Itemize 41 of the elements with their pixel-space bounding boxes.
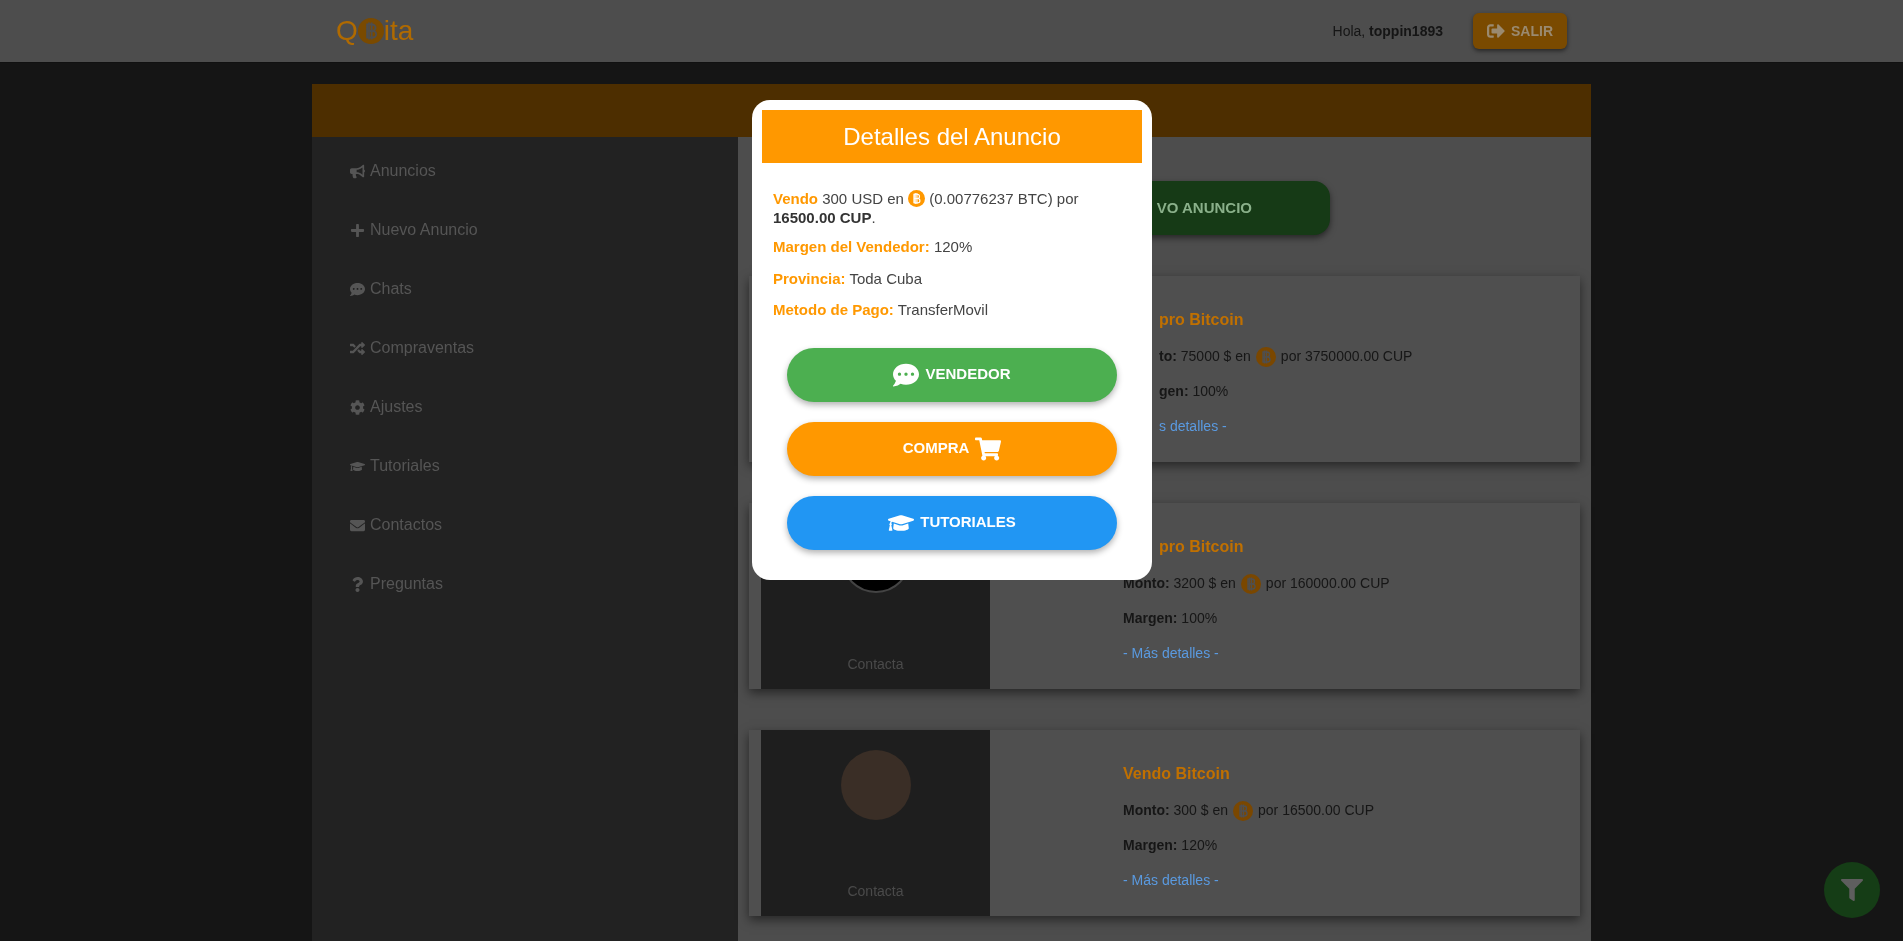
dialog-title: Detalles del Anuncio	[762, 110, 1142, 163]
action-button[interactable]: VENDEDOR	[787, 347, 1117, 402]
bitcoin-icon	[1233, 800, 1254, 821]
shuffle-icon	[350, 340, 365, 356]
greeting-text: Hola, toppin1893	[1332, 21, 1443, 41]
price-text: por 16500.00 CUP	[1258, 801, 1374, 820]
chat-bubble-icon	[350, 281, 365, 297]
detail-field: Margen del Vendedor: 120%	[773, 236, 1131, 259]
price-text: por 3750000.00 CUP	[1280, 347, 1413, 366]
ad-title: Vendo Bitcoin	[1123, 764, 1231, 784]
margin-text: Margen: 120%	[1123, 836, 1219, 855]
bitcoin-icon	[908, 190, 926, 207]
cart-icon	[975, 435, 1002, 462]
logout-button[interactable]: SALIR	[1473, 13, 1567, 49]
detail-field: Metodo de Pago: TransferMovil	[773, 299, 1131, 322]
amount-text: Monto: 300 $ en	[1123, 801, 1229, 820]
logo[interactable]: Q ita	[336, 10, 414, 52]
amount-text: to: 75000 $ en	[1159, 347, 1251, 366]
offer-text: Vendo 300 USD en (0.00776237 BTC) por 16500.00 CUP.	[773, 189, 1080, 227]
price-text: por 160000.00 CUP	[1265, 574, 1390, 593]
margin-text: Margen: 100%	[1123, 609, 1219, 628]
detail-field: Provincia: Toda Cuba	[773, 267, 1131, 290]
action-button[interactable]: TUTORIALES	[787, 495, 1117, 550]
filter-button[interactable]	[1824, 862, 1880, 918]
bitcoin-logo-icon	[357, 18, 384, 44]
action-button[interactable]: COMPRA	[787, 421, 1117, 476]
ad-title: pro Bitcoin	[1158, 537, 1245, 557]
envelope-icon	[350, 517, 365, 533]
question-mark-icon	[350, 576, 365, 592]
filter-icon	[1841, 879, 1863, 901]
bitcoin-icon	[1240, 573, 1261, 594]
margin-text: gen: 100%	[1158, 382, 1230, 401]
more-details-link[interactable]: - Más detalles -	[1123, 643, 1580, 664]
plus-icon	[350, 222, 365, 238]
bitcoin-icon	[1255, 346, 1276, 367]
settings-icon	[350, 399, 365, 415]
ad-title: pro Bitcoin	[1158, 310, 1245, 330]
more-details-link[interactable]: - Más detalles -	[1123, 870, 1580, 891]
megaphone-icon	[350, 163, 365, 179]
chat-bubble-icon	[893, 361, 920, 388]
logout-icon	[1487, 22, 1505, 40]
